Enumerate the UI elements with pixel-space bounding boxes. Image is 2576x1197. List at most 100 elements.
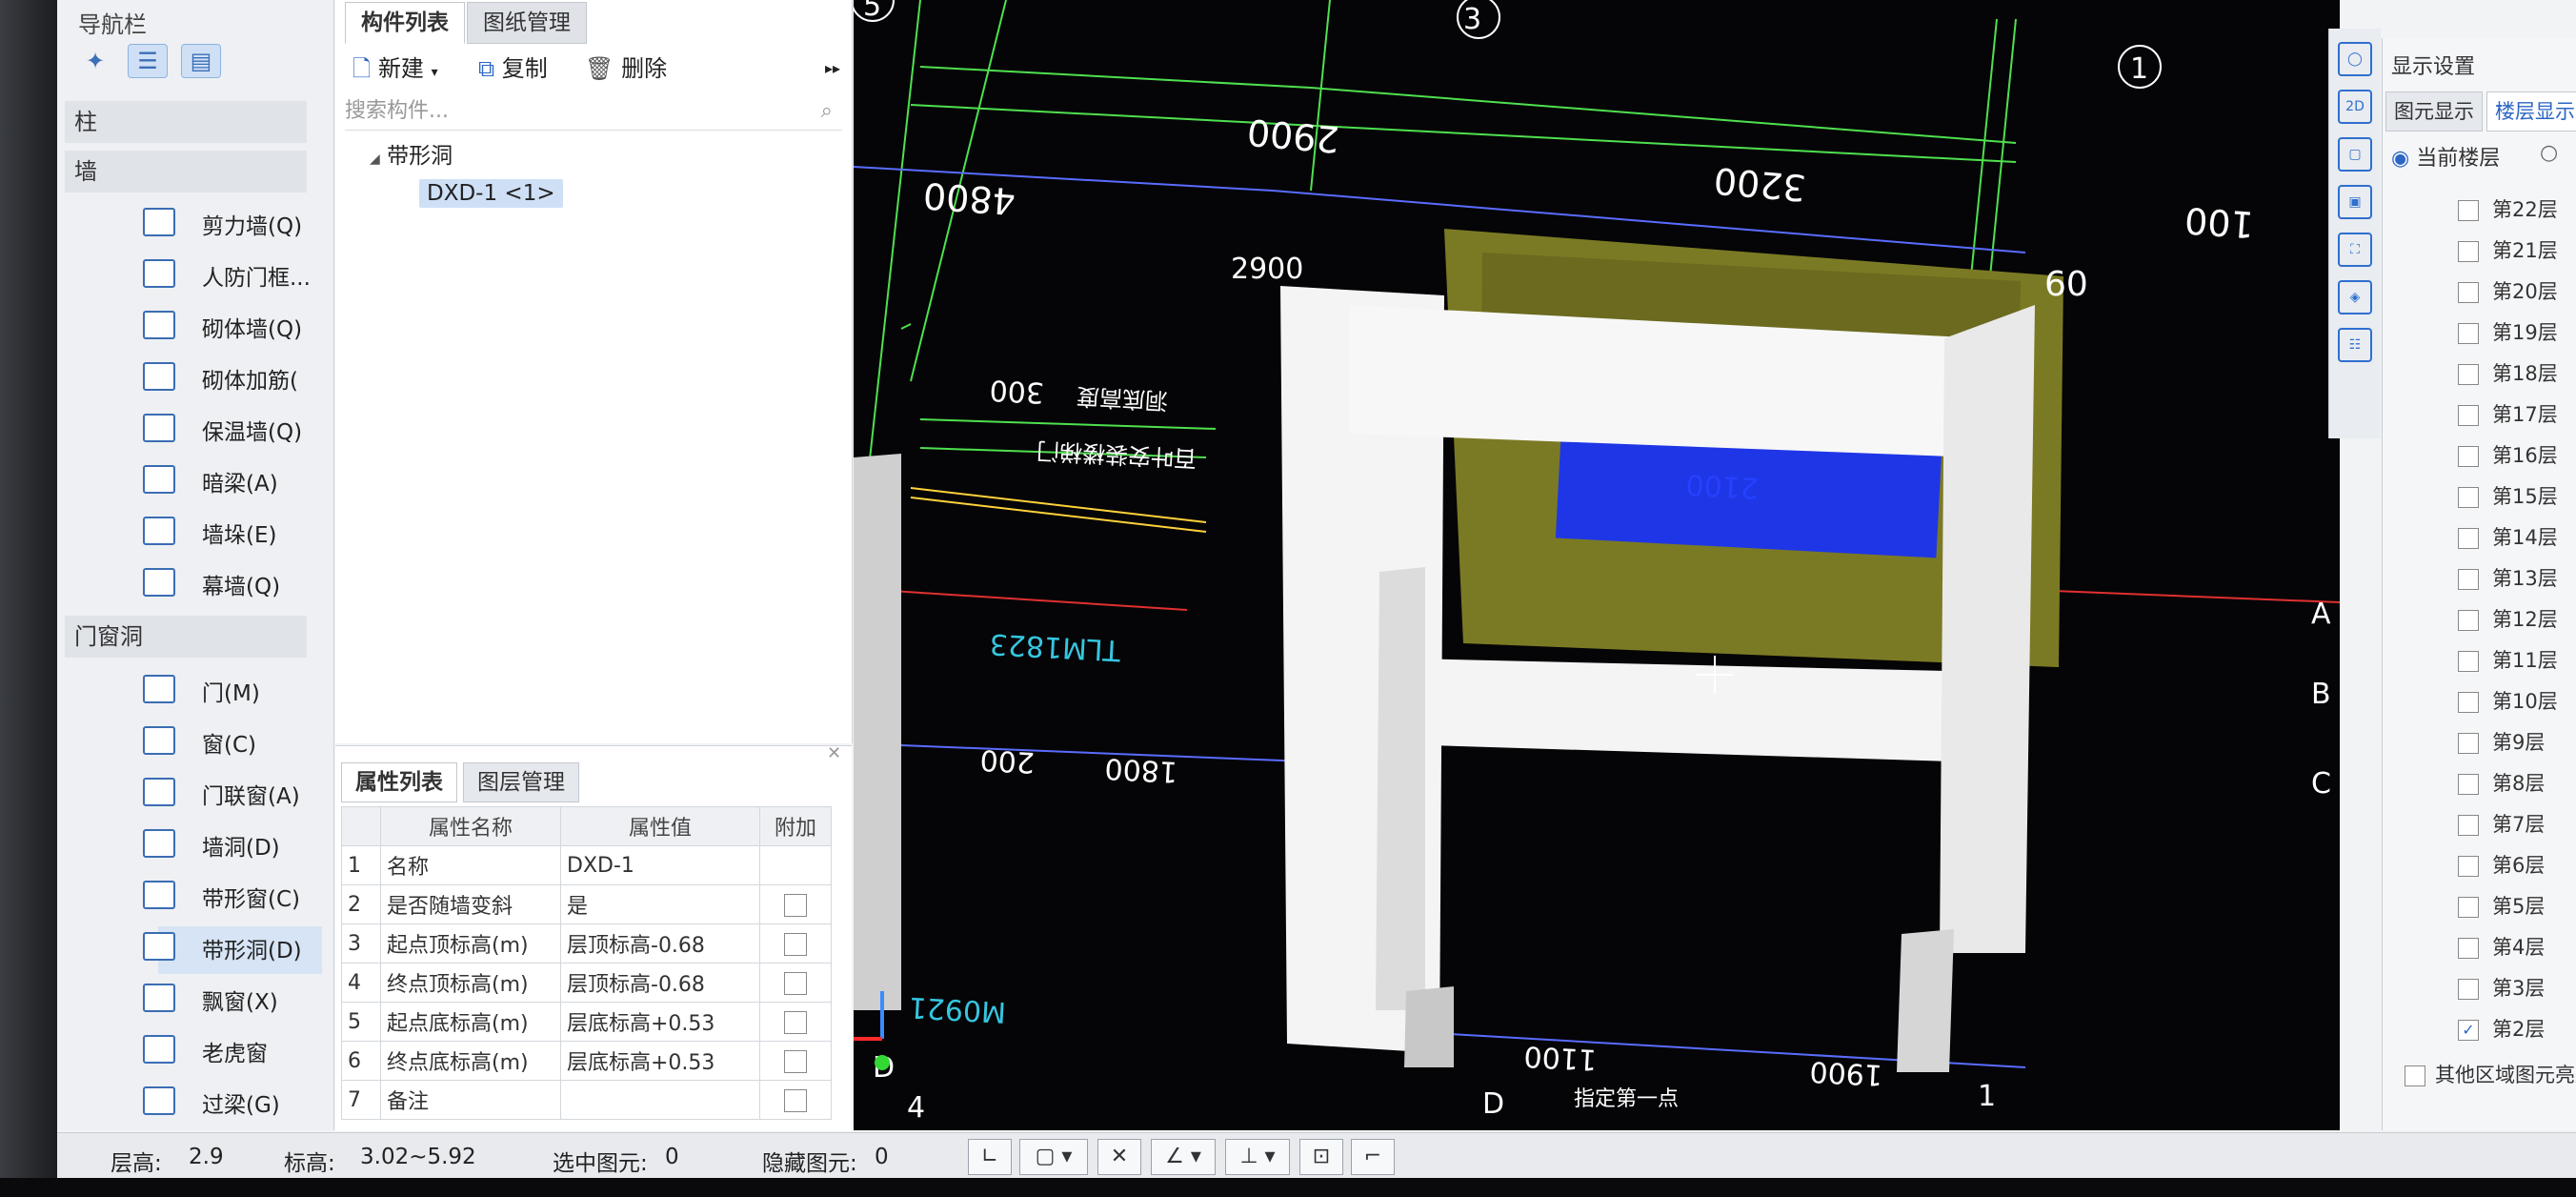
nav-item-window[interactable]: 窗(C) [202, 726, 256, 759]
floor-item[interactable]: 第12层 [2458, 604, 2558, 633]
dynamic-input-icon[interactable]: ⊡ [1299, 1139, 1343, 1175]
category-column[interactable]: 柱 [65, 101, 307, 143]
drawing-viewport[interactable]: 2900 3200 4800 100 60 2900 300 2100 200 … [854, 0, 2340, 1130]
floor-item[interactable]: 第18层 [2458, 358, 2558, 387]
floor-item[interactable]: 第5层 [2458, 891, 2545, 920]
view-cube-icon[interactable]: ◈ [2338, 280, 2372, 314]
nav-item-masonry-rebar[interactable]: 砌体加筋( [202, 362, 298, 395]
hidden-value: 0 [875, 1145, 889, 1169]
nav-item-lintel[interactable]: 过梁(G) [202, 1086, 280, 1119]
hidden-label: 隐藏图元: [762, 1151, 857, 1176]
nav-item-door-window[interactable]: 门联窗(A) [202, 778, 300, 810]
nav-item-strip-window[interactable]: 带形窗(C) [202, 881, 300, 913]
checkbox[interactable] [784, 971, 807, 995]
dim-300: 300 [989, 373, 1045, 409]
nav-item-bay-window[interactable]: 飘窗(X) [202, 984, 278, 1016]
table-row[interactable]: 7 备注 [341, 1080, 832, 1120]
table-row[interactable]: 4 终点顶标高(m) 层顶标高-0.68 [341, 963, 832, 1003]
table-row[interactable]: 3 起点顶标高(m) 层顶标高-0.68 [341, 923, 832, 964]
tree-item-dxd1[interactable]: DXD-1 <1> [419, 179, 563, 208]
line-weight-icon[interactable]: ⌐ [1351, 1139, 1395, 1175]
nav-item-dormer[interactable]: 老虎窗 [202, 1035, 268, 1067]
floor-item[interactable]: 第20层 [2458, 276, 2558, 305]
display-settings-icon[interactable]: ☷ [2338, 328, 2372, 362]
nav-title: 导航栏 [78, 11, 147, 38]
floor-item[interactable]: ✓ 第2层 [2458, 1014, 2545, 1043]
dim-2900-top: 2900 [1245, 111, 1340, 160]
nav-item-civil-defense-frame[interactable]: 人防门框... [202, 259, 311, 292]
3d-box-icon[interactable]: ▢ [2338, 137, 2372, 172]
offset-icon[interactable]: ⊥ ▾ [1225, 1139, 1290, 1175]
floor-item[interactable]: 第8层 [2458, 768, 2545, 797]
table-row[interactable]: 1 名称 DXD-1 [341, 845, 832, 885]
tab-property-list[interactable]: 属性列表 [341, 762, 457, 802]
floor-item[interactable]: 第21层 [2458, 235, 2558, 264]
checkbox[interactable] [784, 1088, 807, 1112]
copy-button[interactable]: ⧉ 复制 [478, 50, 548, 83]
floor-item[interactable]: 第7层 [2458, 809, 2545, 838]
orbit-icon[interactable]: ◯ [2338, 42, 2372, 76]
radio-all-floors[interactable]: ○ [2540, 141, 2558, 165]
zoom-extents-icon[interactable]: ⛶ [2338, 233, 2372, 267]
nav-item-hidden-beam[interactable]: 暗梁(A) [202, 465, 278, 497]
radio-selected-icon: ◉ [2391, 147, 2410, 171]
floor-height-value: 2.9 [189, 1145, 224, 1169]
floor-item[interactable]: 第9层 [2458, 727, 2545, 756]
angle-icon[interactable]: ∠ ▾ [1151, 1139, 1216, 1175]
nav-item-door[interactable]: 门(M) [202, 675, 260, 707]
floor-item[interactable]: 第13层 [2458, 563, 2558, 592]
tree-group-strip-opening[interactable]: ◢ 带形洞 [370, 137, 453, 170]
nav-item-wall-pier[interactable]: 墙垛(E) [202, 517, 276, 549]
table-row[interactable]: 6 终点底标高(m) 层底标高+0.53 [341, 1041, 832, 1081]
2d-view-icon[interactable]: 2D [2338, 90, 2372, 124]
tab-drawing-management[interactable]: 图纸管理 [467, 2, 587, 44]
pin-icon[interactable]: ✦ [76, 45, 114, 77]
tab-component-list[interactable]: 构件列表 [345, 2, 465, 44]
floor-item[interactable]: 第3层 [2458, 973, 2545, 1002]
nav-item-curtain-wall[interactable]: 幕墙(Q) [202, 568, 280, 600]
floor-item[interactable]: 第4层 [2458, 932, 2545, 961]
detail-view-icon[interactable]: ▤ [181, 44, 221, 78]
list-view-icon[interactable]: ☰ [128, 44, 168, 78]
snap-box-icon[interactable]: ▢ ▾ [1019, 1139, 1088, 1175]
category-wall[interactable]: 墙 [65, 151, 307, 193]
table-row[interactable]: 2 是否随墙变斜是 [341, 884, 832, 924]
floor-item[interactable]: 第10层 [2458, 686, 2558, 715]
floor-item[interactable]: 第22层 [2458, 194, 2558, 223]
tab-element-display[interactable]: 图元显示 [2385, 91, 2483, 132]
nav-item-wall-opening[interactable]: 墙洞(D) [202, 829, 280, 862]
dim-2100: 2100 [1685, 467, 1760, 504]
floor-item[interactable]: 第15层 [2458, 481, 2558, 510]
checkbox[interactable] [784, 893, 807, 917]
checkbox[interactable] [784, 1010, 807, 1034]
ortho-icon[interactable]: ∟ [968, 1139, 1012, 1175]
category-openings[interactable]: 门窗洞 [65, 616, 307, 658]
delete-button[interactable]: 🗑 删除 [585, 50, 667, 83]
table-row[interactable]: 5 起点底标高(m) 层底标高+0.53 [341, 1002, 832, 1042]
floor-item[interactable]: 第16层 [2458, 440, 2558, 469]
tab-layer-management[interactable]: 图层管理 [463, 762, 579, 802]
floor-item[interactable]: 第19层 [2458, 317, 2558, 346]
floor-item[interactable]: 第17层 [2458, 399, 2558, 428]
command-prompt: 指定第一点 [1574, 1087, 1679, 1111]
nav-item-insulation-wall[interactable]: 保温墙(Q) [202, 414, 302, 446]
floor-item[interactable]: 第6层 [2458, 850, 2545, 879]
nav-item-shear-wall[interactable]: 剪力墙(Q) [202, 208, 302, 240]
shear-wall-icon [143, 208, 175, 236]
checkbox[interactable] [784, 932, 807, 956]
solid-view-icon[interactable]: ▣ [2338, 185, 2372, 219]
search-input[interactable]: 搜索构件... ⌕ [345, 93, 842, 131]
more-icon[interactable]: ▸▸ [825, 59, 840, 77]
other-area-highlight-option[interactable]: 其他区域图元亮显 [2405, 1060, 2576, 1088]
axis-1: 1 [2130, 52, 2148, 86]
close-icon[interactable]: ✕ [827, 743, 841, 763]
floor-item[interactable]: 第11层 [2458, 645, 2558, 674]
tab-floor-display[interactable]: 楼层显示 [2486, 91, 2576, 132]
nav-item-masonry-wall[interactable]: 砌体墙(Q) [202, 311, 302, 343]
nav-item-strip-opening[interactable]: 带形洞(D) [202, 932, 302, 964]
cross-snap-icon[interactable]: ✕ [1097, 1139, 1141, 1175]
floor-item[interactable]: 第14层 [2458, 522, 2558, 551]
new-button[interactable]: 🗋 新建 ▾ [352, 50, 438, 91]
checkbox[interactable] [784, 1049, 807, 1073]
radio-current-floor[interactable]: ◉ 当前楼层 [2391, 141, 2500, 172]
